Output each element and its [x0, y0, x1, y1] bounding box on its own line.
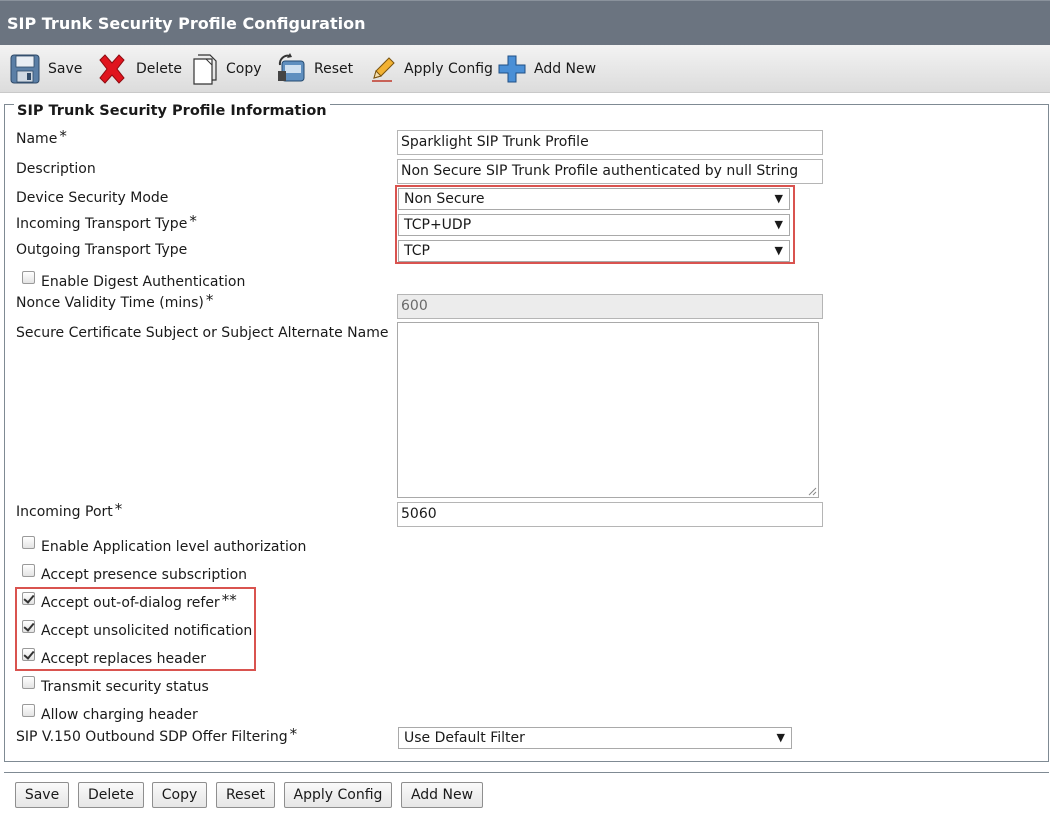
incoming-transport-type-label: Incoming Transport Type *	[16, 212, 197, 232]
secure-certificate-subject-textarea[interactable]	[397, 322, 819, 498]
toolbar-reset-button[interactable]: Reset	[276, 45, 353, 93]
name-label: Name *	[16, 127, 67, 147]
outgoing-transport-type-select[interactable]: TCP ▼	[398, 240, 790, 262]
floppy-disk-icon	[10, 54, 40, 84]
description-input[interactable]: Non Secure SIP Trunk Profile authenticat…	[397, 159, 823, 184]
toolbar-add-new-button[interactable]: Add New	[498, 45, 596, 93]
enable-app-level-auth-checkbox[interactable]	[22, 536, 35, 549]
device-security-mode-label: Device Security Mode	[16, 190, 169, 206]
nonce-validity-time-label: Nonce Validity Time (mins) *	[16, 291, 214, 311]
toolbar-add-new-label: Add New	[534, 61, 597, 77]
pencil-icon	[372, 57, 395, 82]
secure-certificate-subject-label: Secure Certificate Subject or Subject Al…	[16, 325, 389, 341]
accept-out-of-dialog-refer-label: Accept out-of-dialog refer **	[41, 591, 237, 611]
transmit-security-status-label: Transmit security status	[41, 679, 209, 695]
required-marker: *	[205, 291, 214, 309]
accept-replaces-header-label: Accept replaces header	[41, 651, 206, 667]
accept-unsolicited-notification-label: Accept unsolicited notification	[41, 623, 253, 639]
accept-out-of-dialog-refer-checkbox[interactable]	[22, 592, 35, 605]
dropdown-arrow-icon: ▼	[774, 244, 783, 257]
resize-grip-icon[interactable]	[807, 486, 817, 496]
accept-presence-subscription-checkbox[interactable]	[22, 564, 35, 577]
toolbar-copy-button[interactable]: Copy	[192, 45, 262, 93]
required-marker: *	[114, 500, 123, 518]
transmit-security-status-checkbox[interactable]	[22, 676, 35, 689]
red-x-icon	[99, 54, 125, 84]
bottom-add-new-button[interactable]: Add New	[401, 782, 483, 808]
toolbar: Save Delete Copy Reset Apply Config Add …	[0, 45, 1050, 93]
toolbar-delete-label: Delete	[136, 61, 182, 77]
description-label: Description	[16, 161, 96, 177]
accept-replaces-header-checkbox[interactable]	[22, 648, 35, 661]
allow-charging-header-label: Allow charging header	[41, 707, 198, 723]
bottom-apply-config-button[interactable]: Apply Config	[284, 782, 392, 808]
section-legend: SIP Trunk Security Profile Information	[14, 102, 330, 120]
accept-presence-subscription-label: Accept presence subscription	[41, 567, 248, 583]
accept-unsolicited-notification-checkbox[interactable]	[22, 620, 35, 633]
dropdown-arrow-icon: ▼	[776, 731, 785, 744]
toolbar-save-label: Save	[48, 61, 83, 77]
page-title: SIP Trunk Security Profile Configuration	[0, 0, 1050, 45]
required-marker: **	[221, 591, 237, 609]
nonce-validity-time-input: 600	[397, 294, 823, 319]
toolbar-copy-label: Copy	[226, 61, 262, 77]
incoming-port-input[interactable]: 5060	[397, 502, 823, 527]
toolbar-save-button[interactable]: Save	[10, 45, 82, 93]
name-input[interactable]: Sparklight SIP Trunk Profile	[397, 130, 823, 155]
sdp-offer-filtering-label: SIP V.150 Outbound SDP Offer Filtering *	[16, 725, 298, 745]
reset-device-icon	[278, 53, 305, 82]
required-marker: *	[59, 127, 67, 145]
toolbar-apply-config-button[interactable]: Apply Config	[370, 45, 493, 93]
bottom-reset-button[interactable]: Reset	[216, 782, 275, 808]
bottom-copy-button[interactable]: Copy	[152, 782, 207, 808]
outgoing-transport-type-label: Outgoing Transport Type	[16, 242, 188, 258]
toolbar-reset-label: Reset	[314, 61, 354, 77]
incoming-transport-type-select[interactable]: TCP+UDP ▼	[398, 214, 790, 236]
document-copy-icon	[193, 54, 217, 85]
allow-charging-header-checkbox[interactable]	[22, 704, 35, 717]
sdp-offer-filtering-select[interactable]: Use Default Filter ▼	[398, 727, 792, 749]
bottom-divider	[4, 772, 1049, 773]
required-marker: *	[189, 212, 197, 230]
incoming-port-label: Incoming Port *	[16, 500, 123, 520]
dropdown-arrow-icon: ▼	[774, 192, 783, 205]
dropdown-arrow-icon: ▼	[774, 218, 783, 231]
toolbar-delete-button[interactable]: Delete	[96, 45, 182, 93]
enable-app-level-auth-label: Enable Application level authorization	[41, 539, 307, 555]
device-security-mode-select[interactable]: Non Secure ▼	[398, 188, 790, 210]
enable-digest-authentication-label: Enable Digest Authentication	[41, 274, 246, 290]
plus-icon	[498, 55, 526, 83]
bottom-save-button[interactable]: Save	[15, 782, 69, 808]
bottom-delete-button[interactable]: Delete	[78, 782, 144, 808]
enable-digest-authentication-checkbox[interactable]	[22, 271, 35, 284]
toolbar-apply-config-label: Apply Config	[404, 61, 493, 77]
required-marker: *	[289, 725, 298, 743]
